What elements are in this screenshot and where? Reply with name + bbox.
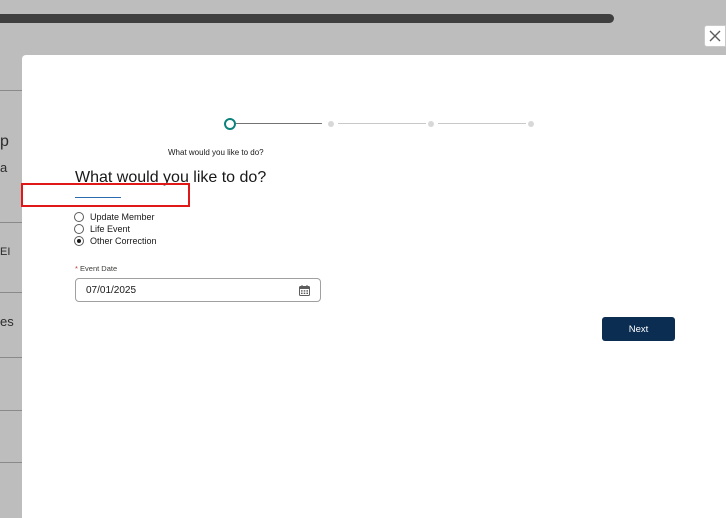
close-button[interactable] (704, 25, 726, 47)
action-radio-group: Update Member Life Event Other Correctio… (74, 211, 157, 247)
radio-label: Other Correction (90, 235, 157, 246)
background-divider (0, 357, 22, 358)
radio-update-member[interactable]: Update Member (74, 211, 157, 222)
radio-circle[interactable] (74, 223, 84, 234)
radio-life-event[interactable]: Life Event (74, 223, 157, 234)
progress-track-3 (438, 123, 526, 124)
progress-step-4 (528, 121, 534, 127)
event-date-label-text: Event Date (80, 264, 118, 273)
calendar-icon[interactable] (299, 285, 310, 296)
background-divider (0, 410, 22, 411)
radio-circle-selected[interactable] (74, 235, 84, 246)
step-caption: What would you like to do? (168, 148, 264, 157)
background-progress-bar (0, 14, 614, 23)
next-button[interactable]: Next (602, 317, 675, 341)
radio-circle[interactable] (74, 211, 84, 222)
progress-step-2 (328, 121, 334, 127)
background-divider (0, 292, 22, 293)
progress-step-current (224, 118, 236, 130)
event-date-field[interactable] (75, 278, 321, 302)
selection-highlight (21, 183, 190, 207)
required-marker: * (75, 264, 78, 273)
radio-label: Life Event (90, 223, 131, 234)
background-divider (0, 90, 22, 91)
progress-indicator (224, 118, 544, 130)
close-icon (709, 30, 721, 42)
background-divider (0, 222, 22, 223)
background-divider (0, 462, 22, 463)
progress-track-2 (338, 123, 426, 124)
radio-other-correction[interactable]: Other Correction (74, 235, 157, 246)
background-text: EI (0, 246, 11, 258)
event-date-label: * Event Date (75, 264, 117, 273)
background-text: a (0, 160, 8, 175)
modal-dialog: What would you like to do? What would yo… (22, 55, 726, 518)
background-text: es (0, 314, 14, 329)
progress-track-1 (236, 123, 322, 124)
progress-step-3 (428, 121, 434, 127)
event-date-input[interactable] (86, 284, 286, 296)
radio-label: Update Member (90, 211, 155, 222)
background-text: p (0, 133, 9, 150)
